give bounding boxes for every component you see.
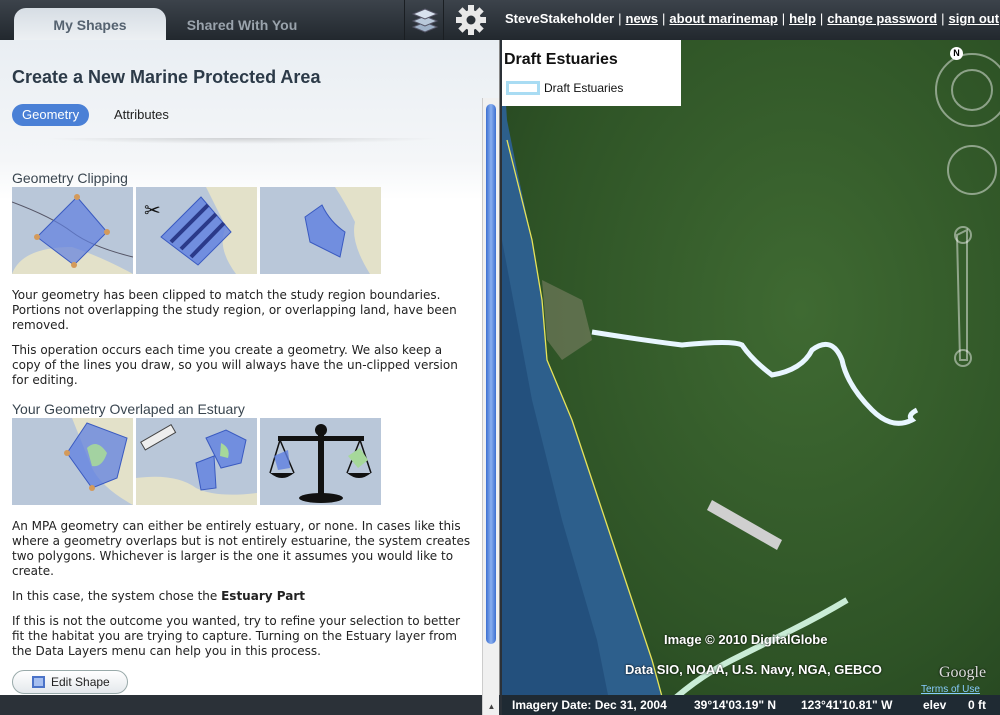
imagery-credit: Image © 2010 DigitalGlobe xyxy=(664,632,828,647)
elevation-label: elev xyxy=(923,698,947,712)
estuary-paragraph-2: In this case, the system chose the Estua… xyxy=(12,589,474,604)
user-links: SteveStakeholder | news | about marinemap | he… xyxy=(505,11,1000,26)
about-link[interactable]: about marinemap xyxy=(669,11,777,26)
clipping-illustration-1 xyxy=(12,187,133,274)
longitude: 123°41'10.81" W xyxy=(801,698,893,712)
google-logo: Google xyxy=(939,664,987,681)
tab-my-shapes[interactable]: My Shapes xyxy=(14,8,166,42)
shape-icon xyxy=(32,676,45,688)
scroll-up-arrow[interactable]: ▲ xyxy=(485,702,498,714)
estuary-overlap-heading: Your Geometry Overlaped an Estuary xyxy=(12,401,245,417)
estuary-illustration-3 xyxy=(260,418,381,505)
news-link[interactable]: news xyxy=(626,11,659,26)
help-link[interactable]: help xyxy=(789,11,816,26)
satellite-map[interactable] xyxy=(502,40,1000,715)
estuary-paragraph-3: If this is not the outcome you wanted, t… xyxy=(12,614,461,658)
tab-geometry[interactable]: Geometry xyxy=(12,104,90,126)
tab-shared-with-you[interactable]: Shared With You xyxy=(172,8,312,42)
layers-icon xyxy=(411,8,439,33)
estuary-illustration-1 xyxy=(12,418,133,505)
sign-out-link[interactable]: sign out xyxy=(948,11,999,26)
chosen-part: Estuary Part xyxy=(221,589,305,603)
geometry-clipping-heading: Geometry Clipping xyxy=(12,170,128,186)
edit-shape-label: Edit Shape xyxy=(51,675,110,689)
imagery-date: Imagery Date: Dec 31, 2004 xyxy=(512,698,667,712)
legend-title: Draft Estuaries xyxy=(504,51,618,68)
side-panel: Create a New Marine Protected Area Geome… xyxy=(0,40,500,715)
clipping-illustration-2: ✂ xyxy=(136,187,257,274)
data-credit: Data SIO, NOAA, U.S. Navy, NGA, GEBCO xyxy=(625,662,882,677)
estuary-illustration-2 xyxy=(136,418,257,505)
estuary-paragraph-2-text: In this case, the system chose the xyxy=(12,589,218,603)
layers-button[interactable] xyxy=(404,0,444,40)
clipping-illustration-3 xyxy=(260,187,381,274)
edit-shape-button[interactable]: Edit Shape xyxy=(12,670,128,694)
legend-swatch xyxy=(506,81,540,95)
settings-button[interactable] xyxy=(450,0,492,40)
divider xyxy=(42,138,442,144)
estuary-paragraph-1: An MPA geometry can either be entirely e… xyxy=(12,519,471,578)
latitude: 39°14'03.19" N xyxy=(694,698,777,712)
terms-link[interactable]: Terms of Use xyxy=(921,684,980,695)
top-bar: My Shapes Shared With You SteveStakehold… xyxy=(0,0,1000,42)
clipping-paragraph-2: This operation occurs each time you crea… xyxy=(12,343,458,387)
tab-attributes[interactable]: Attributes xyxy=(104,104,179,126)
page-title: Create a New Marine Protected Area xyxy=(12,67,321,87)
scroll-thumb[interactable] xyxy=(486,104,496,644)
change-password-link[interactable]: change password xyxy=(827,11,937,26)
map-legend: Draft Estuaries Draft Estuaries xyxy=(502,40,681,106)
username: SteveStakeholder xyxy=(505,11,615,26)
elevation-value: 0 ft xyxy=(968,698,986,712)
gear-icon xyxy=(456,5,486,35)
scrollbar[interactable]: ▲ ▼ xyxy=(482,98,499,715)
compass-north-icon[interactable]: N xyxy=(950,47,963,60)
clipping-paragraph-1: Your geometry has been clipped to match … xyxy=(12,288,457,332)
legend-label: Draft Estuaries xyxy=(544,81,624,95)
scissors-icon: ✂ xyxy=(144,200,161,222)
map-status-bar: Imagery Date: Dec 31, 2004 39°14'03.19" … xyxy=(502,695,1000,715)
